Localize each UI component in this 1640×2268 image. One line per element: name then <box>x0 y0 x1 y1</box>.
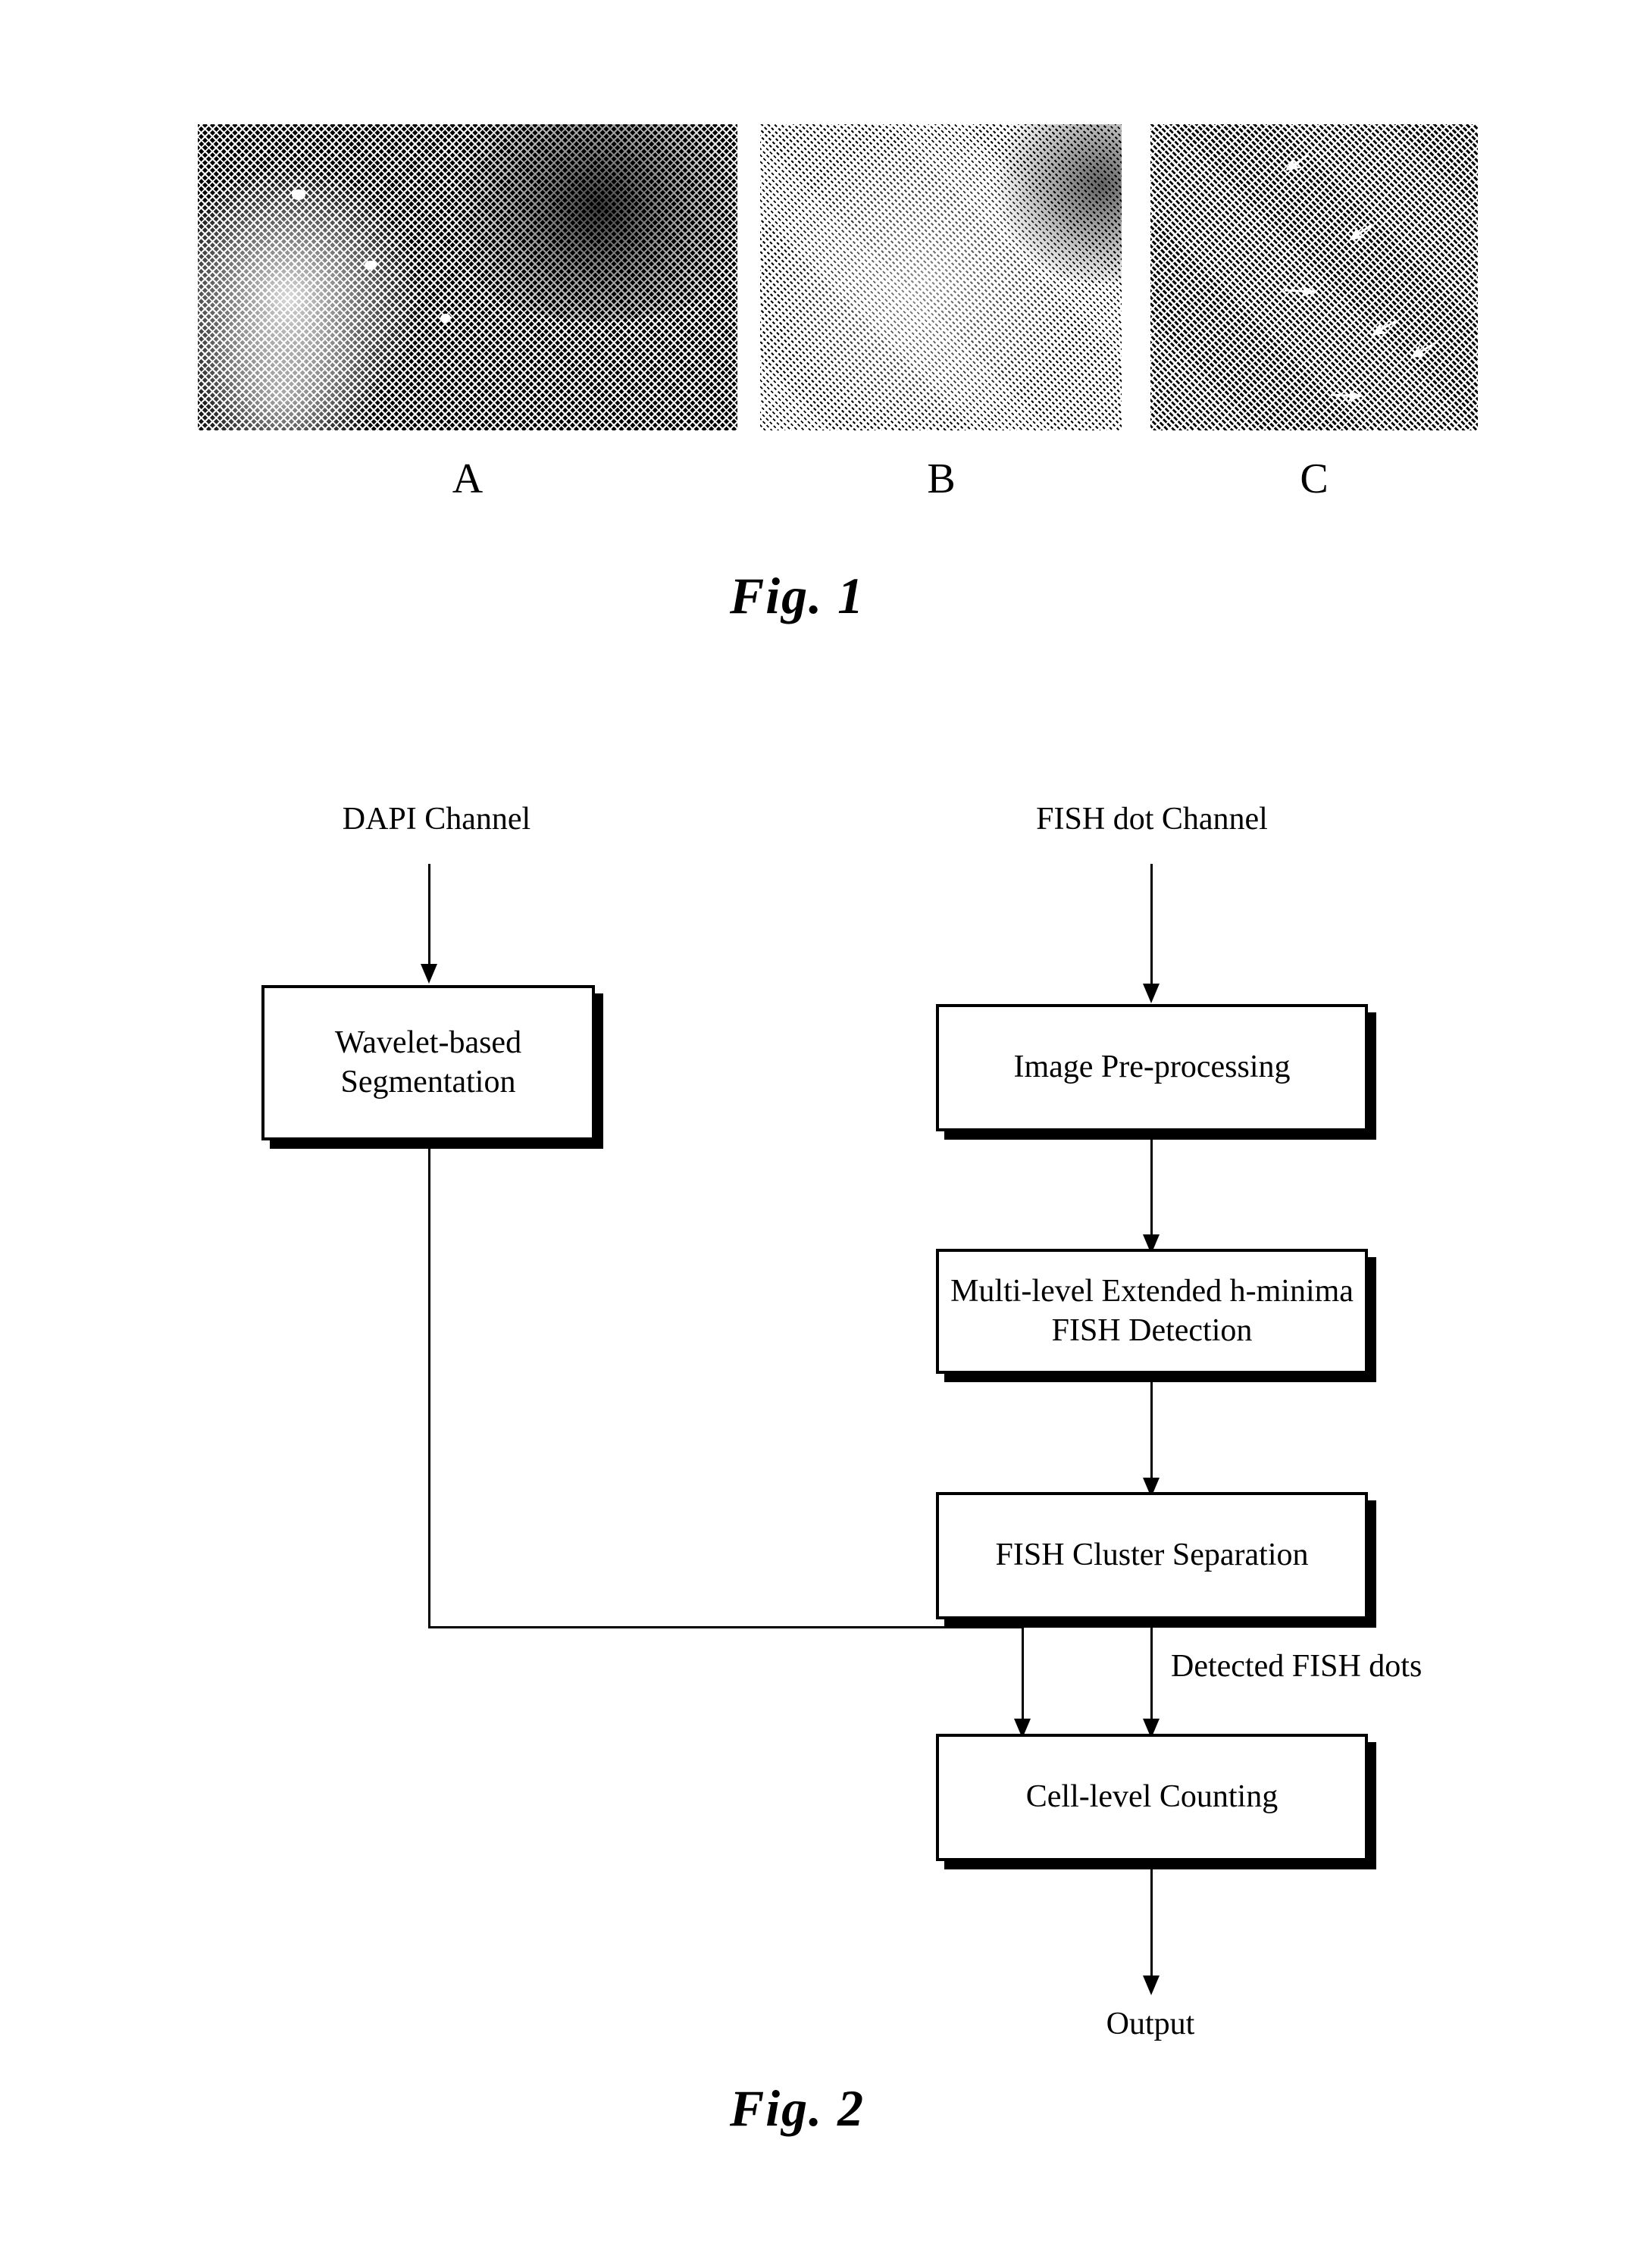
figure1-panel-b <box>760 124 1122 430</box>
flow-arrow-counting-to-output-head <box>1143 1976 1160 1995</box>
flow-box-fish-cluster-separation[interactable]: FISH Cluster Separation <box>936 1492 1368 1619</box>
figure1-caption: Fig. 1 <box>729 567 865 624</box>
figure1-label-c: C <box>1300 455 1329 502</box>
figure1-label-a: A <box>452 455 484 502</box>
flow-box-image-preprocessing[interactable]: Image Pre-processing <box>936 1004 1368 1131</box>
fish-arrow-4 <box>1371 319 1397 336</box>
halftone-texture-a <box>198 124 737 430</box>
figure2-caption: Fig. 2 <box>729 2079 865 2137</box>
flow-box-fish-cluster-separation-label: FISH Cluster Separation <box>995 1538 1309 1573</box>
flow-arrow-preprocessing-to-detection-line <box>1150 1140 1153 1234</box>
patent-figure-page: A B C Fig. 1 DAPI Channel FISH dot Chann… <box>0 0 1640 2268</box>
fish-arrow-2 <box>1349 223 1373 241</box>
flow-box-fish-detection-label: Multi-level Extended h-minima FISH Detec… <box>950 1274 1354 1348</box>
flow-arrow-counting-to-output-line <box>1150 1869 1153 1976</box>
flow-input-label-fish: FISH dot Channel <box>1036 802 1268 837</box>
flow-path-wavelet-vertical <box>428 1140 430 1628</box>
flow-box-wavelet-segmentation[interactable]: Wavelet-based Segmentation <box>261 985 595 1140</box>
flow-box-wavelet-segmentation-label: Wavelet-based Segmentation <box>334 1025 522 1100</box>
flow-arrow-dapi-to-wavelet-line <box>428 864 430 964</box>
halftone-texture-b <box>760 124 1122 430</box>
flow-box-cell-level-counting-label: Cell-level Counting <box>1025 1779 1279 1815</box>
fish-arrow-6 <box>1330 389 1363 402</box>
figure1-label-b: B <box>927 455 956 502</box>
figure1-panel-a <box>198 124 737 430</box>
figure1-panel-c <box>1150 124 1478 430</box>
flow-box-fish-detection[interactable]: Multi-level Extended h-minima FISH Detec… <box>936 1249 1368 1374</box>
flow-arrow-fish-to-preprocessing-head <box>1143 984 1160 1003</box>
flow-edge-label-detected-fish-dots: Detected FISH dots <box>1171 1649 1422 1684</box>
flow-input-label-dapi: DAPI Channel <box>342 802 531 837</box>
fish-arrow-3 <box>1284 284 1316 298</box>
flow-arrow-detection-to-cluster-line <box>1150 1382 1153 1478</box>
flow-box-image-preprocessing-label: Image Pre-processing <box>1013 1050 1291 1085</box>
flow-path-wavelet-drop <box>1022 1626 1024 1719</box>
fish-arrow-1 <box>1285 153 1310 171</box>
flow-arrow-cluster-to-counting-line <box>1150 1628 1153 1719</box>
flow-arrow-fish-to-preprocessing-line <box>1150 864 1153 984</box>
fish-arrow-5 <box>1410 341 1437 358</box>
flow-path-wavelet-horizontal <box>428 1626 1024 1628</box>
flow-box-cell-level-counting[interactable]: Cell-level Counting <box>936 1734 1368 1861</box>
flow-output-label: Output <box>1106 2007 1195 2041</box>
flow-arrow-dapi-to-wavelet-head <box>421 964 437 984</box>
figure1-panel-c-arrow-overlay <box>1284 153 1437 402</box>
